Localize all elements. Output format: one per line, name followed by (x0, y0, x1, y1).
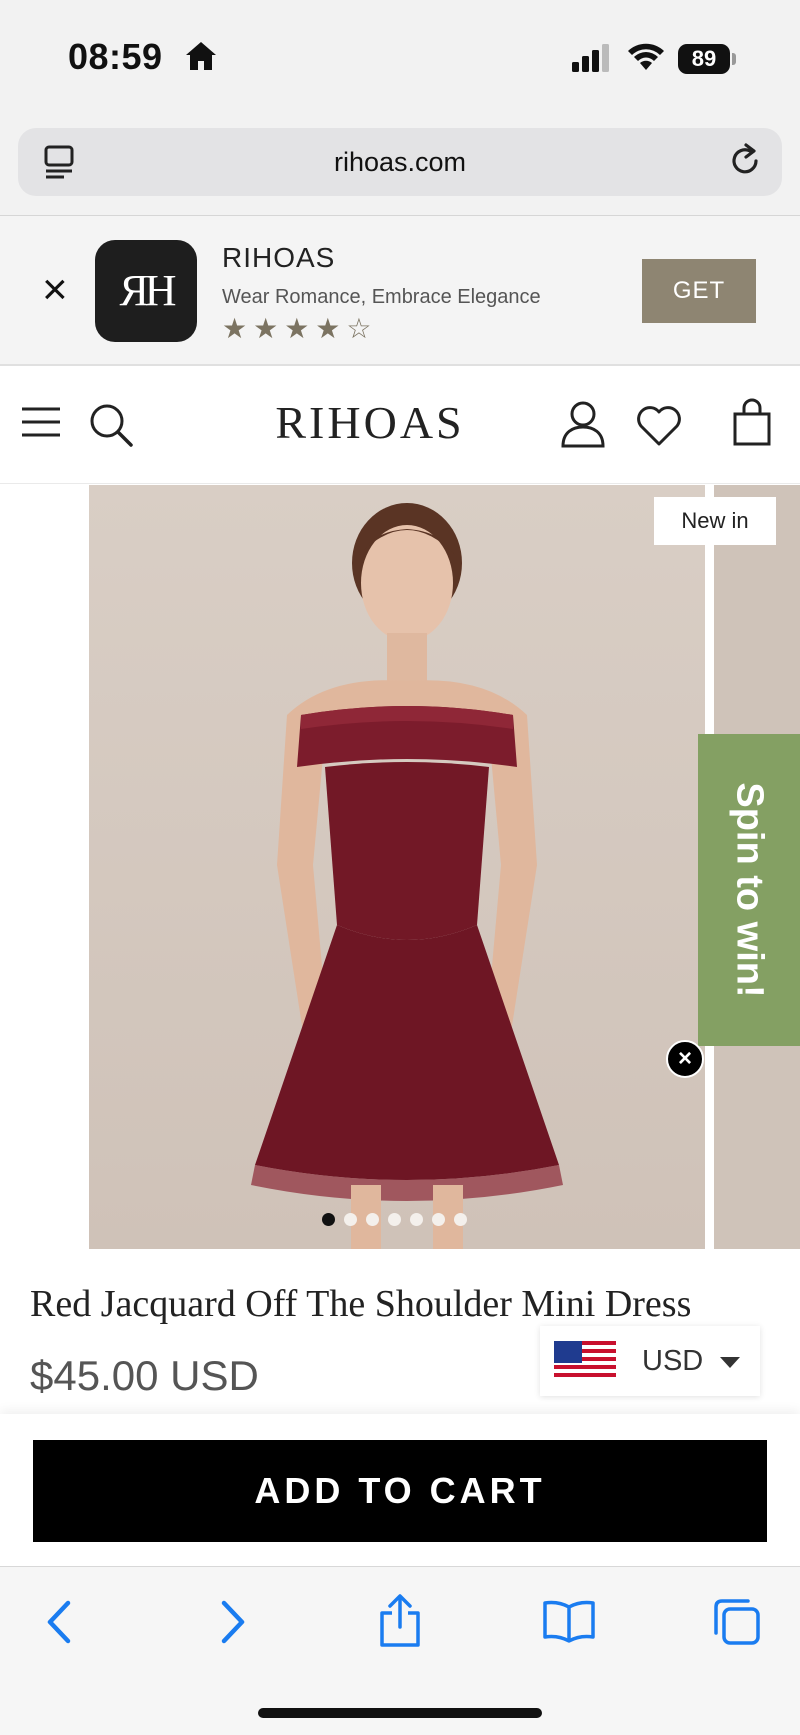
reload-icon[interactable] (726, 142, 764, 180)
app-logo: ЯH (95, 240, 197, 342)
carousel-dot[interactable] (344, 1213, 357, 1226)
chevron-down-icon (720, 1357, 740, 1368)
wifi-icon (628, 43, 664, 70)
carousel-dot[interactable] (410, 1213, 423, 1226)
carousel-dot[interactable] (388, 1213, 401, 1226)
browser-address-area: rihoas.com (0, 118, 800, 216)
app-tagline: Wear Romance, Embrace Elegance (222, 286, 541, 308)
product-price: $45.00 USD (30, 1352, 259, 1399)
status-bar: 08:59 89 (0, 0, 800, 118)
currency-selector[interactable]: USD (540, 1326, 760, 1396)
tabs-overview-icon[interactable] (712, 1597, 762, 1647)
battery-icon: 89 (678, 44, 730, 74)
product-gallery[interactable]: New in (0, 485, 800, 1249)
url-text[interactable]: rihoas.com (18, 128, 782, 196)
site-header: RIHOAS (0, 366, 800, 484)
hamburger-menu-icon[interactable] (20, 404, 62, 440)
app-rating-stars: ★★★★☆ (222, 313, 378, 344)
share-icon[interactable] (378, 1593, 422, 1649)
add-to-cart-bar: ADD TO CART (0, 1414, 800, 1566)
dress-model-illustration (251, 503, 563, 1249)
carousel-dot[interactable] (322, 1213, 335, 1226)
product-title: Red Jacquard Off The Shoulder Mini Dress (30, 1283, 692, 1325)
home-indicator[interactable] (258, 1708, 542, 1718)
bookmarks-icon[interactable] (542, 1599, 596, 1643)
banner-close-icon[interactable]: × (42, 268, 68, 312)
back-icon[interactable] (42, 1597, 76, 1647)
spin-to-win-tab[interactable]: Spin to win! (698, 734, 800, 1046)
cellular-signal-icon (572, 44, 609, 72)
us-flag-icon (554, 1341, 616, 1381)
shopping-bag-icon[interactable] (732, 398, 772, 446)
carousel-pagination[interactable] (322, 1213, 476, 1231)
search-icon[interactable] (88, 402, 134, 448)
carousel-dot[interactable] (454, 1213, 467, 1226)
spin-to-win-label: Spin to win! (728, 782, 771, 998)
home-icon (186, 42, 216, 70)
app-install-banner: × ЯH RIHOAS Wear Romance, Embrace Elegan… (0, 216, 800, 366)
battery-tip (732, 53, 736, 65)
carousel-dot[interactable] (432, 1213, 445, 1226)
carousel-dot[interactable] (366, 1213, 379, 1226)
account-icon[interactable] (560, 400, 606, 448)
forward-icon[interactable] (216, 1597, 250, 1647)
new-in-badge: New in (654, 497, 776, 545)
add-to-cart-button[interactable]: ADD TO CART (33, 1440, 767, 1542)
product-image[interactable] (89, 485, 705, 1249)
wishlist-heart-icon[interactable] (636, 404, 682, 446)
get-app-button[interactable]: GET (642, 259, 756, 323)
address-bar[interactable]: rihoas.com (18, 128, 782, 196)
site-logo[interactable]: RIHOAS (260, 396, 480, 449)
currency-code: USD (642, 1345, 704, 1377)
app-name: RIHOAS (222, 242, 336, 273)
spin-close-icon[interactable]: × (666, 1040, 704, 1078)
status-time: 08:59 (68, 36, 163, 77)
